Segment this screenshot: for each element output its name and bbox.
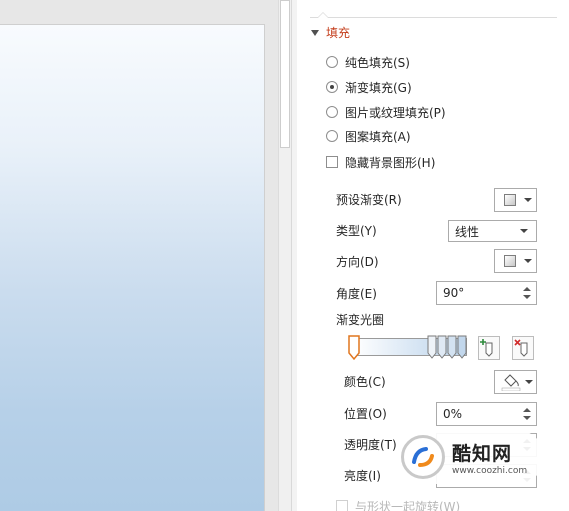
- spin-up-icon[interactable]: [523, 408, 531, 412]
- gradient-stop[interactable]: [447, 335, 457, 361]
- gradient-fill-option[interactable]: 渐变填充(G): [326, 78, 412, 96]
- watermark-brand: 酷知网: [452, 442, 513, 465]
- direction-swatch-icon: [504, 255, 516, 267]
- color-picker-dropdown[interactable]: [494, 370, 537, 394]
- hide-background-graphics-option[interactable]: 隐藏背景图形(H): [326, 153, 435, 171]
- chevron-down-icon: [520, 229, 528, 233]
- gradient-fill-label: 渐变填充(G): [345, 80, 412, 95]
- angle-spinner[interactable]: 90°: [436, 281, 537, 305]
- rotate-with-shape-option: 与形状一起旋转(W): [336, 497, 460, 511]
- hide-background-graphics-checkbox[interactable]: [326, 156, 338, 168]
- remove-gradient-stop-button[interactable]: [512, 336, 534, 360]
- pattern-fill-radio[interactable]: [326, 130, 338, 142]
- add-stop-icon: [480, 339, 493, 357]
- gradient-stop-selected[interactable]: [348, 335, 360, 361]
- scrollbar-thumb[interactable]: [280, 0, 290, 148]
- solid-fill-radio[interactable]: [326, 56, 338, 68]
- gradient-swatch-icon: [504, 194, 516, 206]
- transparency-label: 透明度(T): [344, 438, 397, 452]
- brightness-label: 亮度(I): [344, 469, 381, 483]
- pattern-fill-label: 图案填充(A): [345, 129, 411, 144]
- slide-canvas[interactable]: [0, 24, 265, 511]
- rotate-with-shape-checkbox: [336, 500, 348, 511]
- position-value[interactable]: 0%: [443, 407, 462, 421]
- pane-top-divider: [310, 17, 557, 18]
- chevron-down-icon: [525, 380, 533, 384]
- chevron-down-icon: [524, 259, 532, 263]
- remove-stop-icon: [514, 339, 528, 357]
- spin-up-icon[interactable]: [523, 287, 531, 291]
- angle-value[interactable]: 90°: [443, 286, 464, 300]
- direction-label: 方向(D): [336, 255, 379, 269]
- pattern-fill-option[interactable]: 图案填充(A): [326, 127, 411, 145]
- color-label: 颜色(C): [344, 375, 386, 389]
- hide-background-graphics-label: 隐藏背景图形(H): [345, 155, 436, 170]
- pane-top-notch: [317, 12, 329, 18]
- picture-texture-fill-option[interactable]: 图片或纹理填充(P): [326, 103, 446, 121]
- solid-fill-label: 纯色填充(S): [345, 55, 410, 70]
- type-dropdown[interactable]: 线性: [448, 220, 537, 242]
- picture-texture-fill-radio[interactable]: [326, 106, 338, 118]
- angle-label: 角度(E): [336, 287, 377, 301]
- coozhi-watermark: 酷知网 www.coozhi.com: [396, 430, 544, 484]
- direction-dropdown[interactable]: [494, 249, 537, 273]
- spin-down-icon[interactable]: [523, 295, 531, 299]
- paint-bucket-icon: [501, 374, 521, 391]
- gradient-stops-label: 渐变光圈: [336, 313, 385, 327]
- coozhi-logo-icon: [401, 435, 445, 479]
- fill-section-header[interactable]: 填充: [311, 24, 350, 41]
- add-gradient-stop-button[interactable]: [478, 336, 500, 360]
- position-spinner[interactable]: 0%: [436, 402, 537, 426]
- gradient-stop[interactable]: [427, 335, 437, 361]
- spin-down-icon[interactable]: [523, 416, 531, 420]
- picture-texture-fill-label: 图片或纹理填充(P): [345, 105, 446, 120]
- watermark-url: www.coozhi.com: [452, 465, 528, 476]
- type-value: 线性: [455, 224, 480, 239]
- rotate-with-shape-label: 与形状一起旋转(W): [355, 499, 461, 511]
- gradient-stop[interactable]: [437, 335, 447, 361]
- preset-gradient-label: 预设渐变(R): [336, 193, 402, 207]
- preset-gradient-dropdown[interactable]: [494, 188, 537, 212]
- fill-section-title: 填充: [326, 26, 351, 40]
- vertical-scrollbar[interactable]: [278, 0, 291, 511]
- collapse-triangle-icon[interactable]: [311, 29, 319, 36]
- gradient-stop[interactable]: [457, 335, 467, 361]
- gradient-fill-radio[interactable]: [326, 81, 338, 93]
- slide-editing-area[interactable]: [0, 0, 278, 511]
- type-label: 类型(Y): [336, 224, 377, 238]
- solid-fill-option[interactable]: 纯色填充(S): [326, 53, 410, 71]
- chevron-down-icon: [524, 198, 532, 202]
- position-label: 位置(O): [344, 407, 387, 421]
